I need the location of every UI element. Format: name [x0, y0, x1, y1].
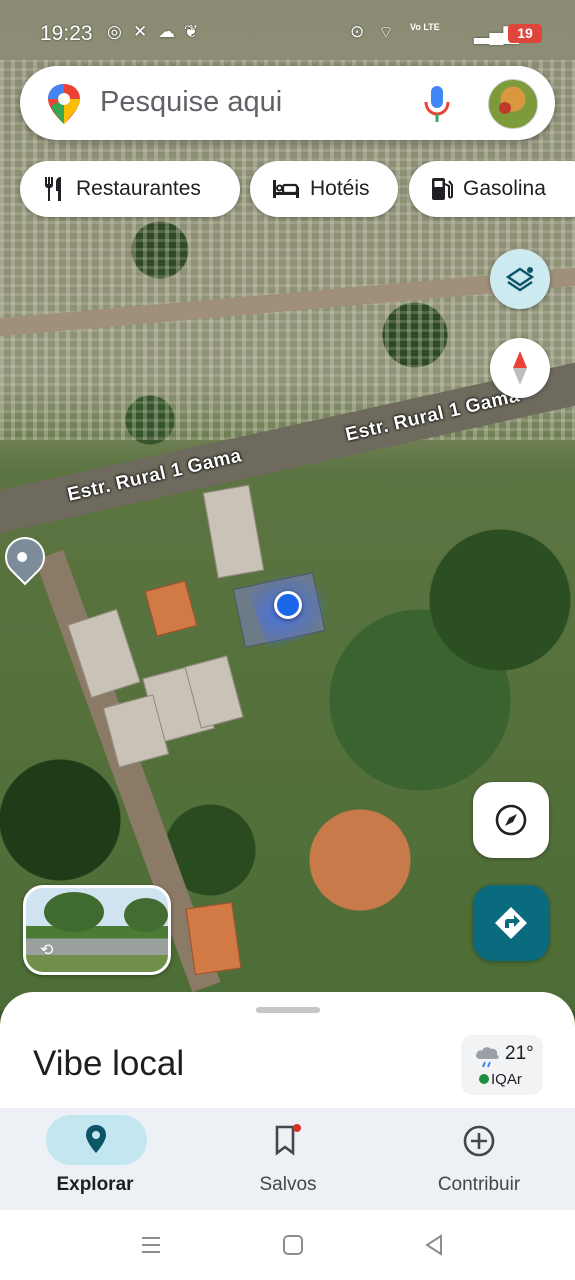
back-icon[interactable]: [423, 1234, 445, 1256]
add-circle-icon: [463, 1125, 495, 1157]
nav-explore[interactable]: Explorar: [0, 1108, 190, 1210]
chip-label: Hotéis: [310, 177, 370, 200]
building: [67, 608, 141, 699]
my-location-button[interactable]: [473, 782, 549, 858]
status-bar: 19:23 ◎ ✕ ☁ ❦ ⊙ ⌔ Vo LTE ▂▄▆ 19: [0, 0, 575, 64]
chip-gas[interactable]: Gasolina: [409, 161, 575, 217]
system-nav-bar: [0, 1210, 575, 1280]
nav-contribute[interactable]: Contribuir: [384, 1108, 574, 1210]
avatar[interactable]: [488, 79, 538, 129]
sheet-title: Vibe local: [33, 1044, 185, 1083]
temperature: 21°: [505, 1043, 534, 1064]
nav-saved[interactable]: Salvos: [193, 1108, 383, 1210]
pin-icon: [86, 1125, 106, 1153]
street-view-image: [44, 892, 104, 932]
layers-button[interactable]: [490, 249, 550, 309]
chip-hotels[interactable]: Hotéis: [250, 161, 398, 217]
recent-apps-icon[interactable]: [140, 1234, 162, 1256]
mic-icon[interactable]: [422, 84, 452, 124]
directions-button[interactable]: [473, 885, 549, 961]
satellite-map[interactable]: Estr. Rural 1 Gama Estr. Rural 1 Gama: [0, 0, 575, 1010]
drag-handle[interactable]: [256, 1007, 320, 1013]
cloud-rain-icon: [476, 1047, 499, 1068]
layers-icon: [505, 267, 535, 292]
building: [144, 580, 198, 637]
gas-station-icon: [432, 178, 453, 200]
chip-label: Restaurantes: [76, 177, 201, 200]
bottom-nav: Explorar Salvos Contribuir: [0, 1108, 575, 1210]
clock: 19:23: [40, 22, 93, 45]
network-icon: ✕: [133, 22, 148, 41]
aqi-indicator: [479, 1074, 489, 1084]
location-icon: ⊙: [350, 22, 365, 41]
chip-label: Gasolina: [463, 177, 546, 200]
restaurant-icon: [45, 177, 61, 201]
street-view-image: [124, 898, 168, 932]
street-view-thumbnail[interactable]: ⟲: [23, 885, 171, 975]
maps-pin-icon: [48, 84, 80, 124]
nav-label: Contribuir: [437, 1174, 521, 1195]
hotel-icon: [273, 180, 299, 198]
nav-label: Explorar: [56, 1174, 134, 1195]
search-input[interactable]: Pesquise aqui: [100, 86, 282, 119]
building: [202, 484, 265, 579]
volte-indicator: Vo LTE: [410, 22, 440, 32]
nav-label: Salvos: [259, 1174, 317, 1195]
aqi-label: IQAr: [491, 1071, 522, 1088]
bookmark-icon: [275, 1124, 301, 1156]
explore-icon: [495, 804, 527, 836]
whatsapp-icon: ◎: [107, 22, 122, 41]
compass-icon: [513, 351, 527, 385]
compass-button[interactable]: [490, 338, 550, 398]
leaf-icon: ❦: [184, 22, 199, 41]
rotate-360-icon: ⟲: [40, 942, 54, 959]
home-icon[interactable]: [282, 1234, 304, 1256]
cloud-icon: ☁: [158, 22, 175, 41]
battery-indicator: 19: [508, 24, 542, 43]
current-location-dot[interactable]: [274, 591, 302, 619]
weather-chip[interactable]: 21° IQAr: [461, 1035, 543, 1095]
building: [185, 902, 242, 975]
chip-restaurants[interactable]: Restaurantes: [20, 161, 240, 217]
search-bar[interactable]: Pesquise aqui: [20, 66, 555, 140]
directions-icon: [495, 907, 527, 939]
wifi-icon: ⌔: [378, 23, 394, 42]
